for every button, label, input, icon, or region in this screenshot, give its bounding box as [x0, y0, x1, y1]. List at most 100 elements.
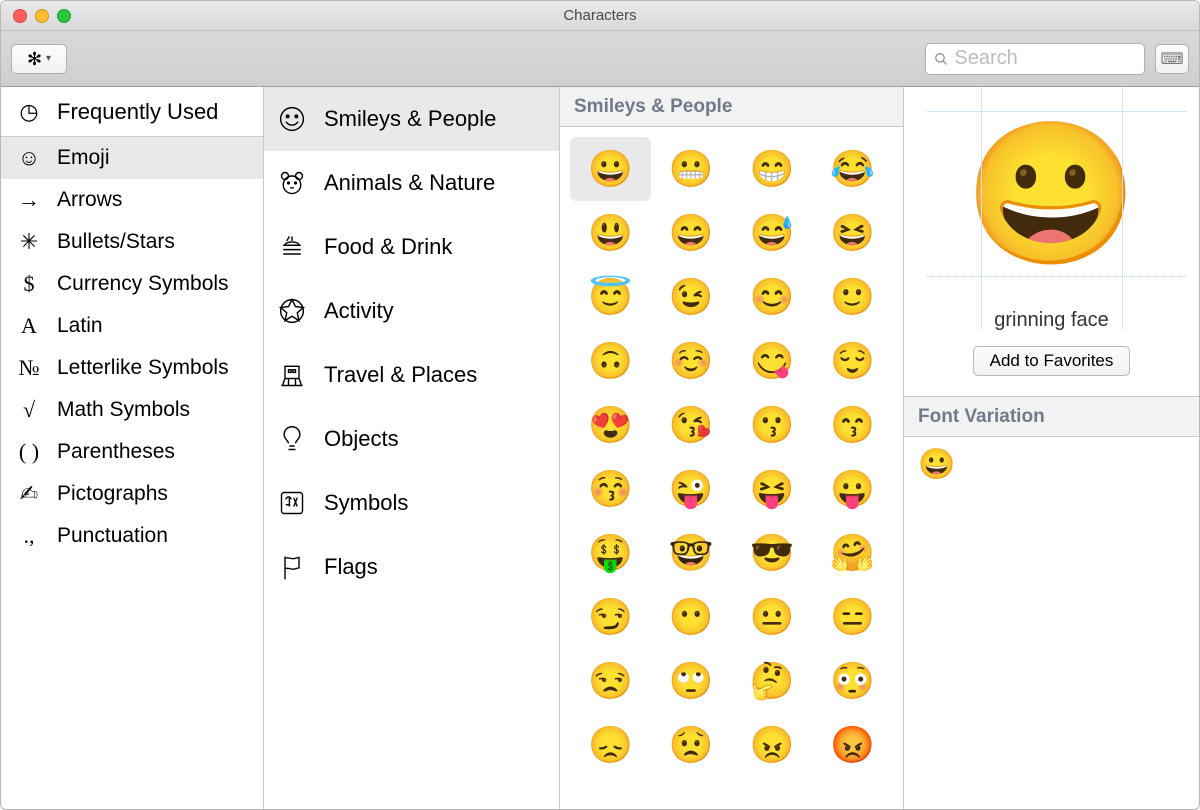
emoji-cell[interactable]: 😁	[732, 137, 813, 201]
zoom-button[interactable]	[57, 9, 71, 23]
clock-icon: ◷	[15, 99, 43, 125]
subcategory-sidebar[interactable]: Smileys & People Animals & Nature Food & D…	[264, 87, 560, 809]
emoji-cell[interactable]: 🙄	[651, 649, 732, 713]
minimize-button[interactable]	[35, 9, 49, 23]
window-controls	[13, 9, 71, 23]
emoji-cell[interactable]: 🤓	[651, 521, 732, 585]
category-sidebar[interactable]: ◷Frequently Used☺Emoji→Arrows ✳︎ Bullets/S…	[1, 87, 264, 809]
preview-section: 😀 grinning face Add to Favorites	[904, 87, 1199, 397]
subcat-item-flags[interactable]: Flags	[264, 535, 559, 599]
subcat-item-food[interactable]: Food & Drink	[264, 215, 559, 279]
emoji-cell[interactable]: 😙	[812, 393, 893, 457]
sidebar-item-punct[interactable]: ., Punctuation	[1, 515, 263, 557]
emoji-cell[interactable]: 😂	[812, 137, 893, 201]
emoji-cell[interactable]: 😎	[732, 521, 813, 585]
star-icon: ✳︎	[15, 229, 43, 255]
keyboard-viewer-button[interactable]: ⌨︎	[1155, 44, 1189, 74]
sidebar-item-sqrt[interactable]: √ Math Symbols	[1, 389, 263, 431]
dollar-icon: $	[15, 271, 43, 297]
emoji-cell[interactable]: 😗	[732, 393, 813, 457]
emoji-cell[interactable]: 🤔	[732, 649, 813, 713]
emoji-cell[interactable]: 😀	[570, 137, 651, 201]
guide-line	[1122, 87, 1123, 329]
characters-window: Characters ✻ ▾ ⌨︎ ◷Frequently Used☺Emoji…	[0, 0, 1200, 810]
sidebar-item-numero[interactable]: №Letterlike Symbols	[1, 347, 263, 389]
search-input[interactable]	[954, 47, 1136, 70]
emoji-cell[interactable]: 🤗	[812, 521, 893, 585]
emoji-cell[interactable]: 😆	[812, 201, 893, 265]
subcat-item-animals[interactable]: Animals & Nature	[264, 151, 559, 215]
emoji-icon: ☺	[15, 145, 43, 171]
emoji-cell[interactable]: 😜	[651, 457, 732, 521]
emoji-cell[interactable]: 😚	[570, 457, 651, 521]
subcat-item-label: Smileys & People	[324, 106, 496, 132]
emoji-cell[interactable]: 😘	[651, 393, 732, 457]
sidebar-item-label: Math Symbols	[57, 398, 190, 422]
emoji-cell[interactable]: 😞	[570, 713, 651, 777]
subcat-item-objects[interactable]: Objects	[264, 407, 559, 471]
sidebar-item-label: Bullets/Stars	[57, 230, 175, 254]
chevron-down-icon: ▾	[46, 53, 51, 64]
emoji-cell[interactable]: 😌	[812, 329, 893, 393]
emoji-cell[interactable]: 😏	[570, 585, 651, 649]
emoji-cell[interactable]: ☺️	[651, 329, 732, 393]
emoji-cell[interactable]: 😊	[732, 265, 813, 329]
subcat-item-label: Activity	[324, 298, 394, 324]
sidebar-item-latin[interactable]: ALatin	[1, 305, 263, 347]
subcat-item-label: Food & Drink	[324, 234, 452, 260]
close-button[interactable]	[13, 9, 27, 23]
emoji-cell[interactable]: 😅	[732, 201, 813, 265]
sidebar-item-dollar[interactable]: $Currency Symbols	[1, 263, 263, 305]
sidebar-item-arrow[interactable]: →Arrows	[1, 179, 263, 221]
emoji-cell[interactable]: 😉	[651, 265, 732, 329]
actions-menu-button[interactable]: ✻ ▾	[11, 44, 67, 74]
sidebar-item-clock[interactable]: ◷Frequently Used	[1, 87, 263, 137]
emoji-cell[interactable]: 🙂	[812, 265, 893, 329]
sqrt-icon: √	[15, 397, 43, 423]
emoji-cell[interactable]: 🙃	[570, 329, 651, 393]
sidebar-item-picto[interactable]: ✍︎Pictographs	[1, 473, 263, 515]
emoji-cell[interactable]: 😑	[812, 585, 893, 649]
toolbar: ✻ ▾ ⌨︎	[1, 31, 1199, 87]
emoji-cell[interactable]: 😍	[570, 393, 651, 457]
emoji-cell[interactable]: 🤑	[570, 521, 651, 585]
window-title: Characters	[1, 7, 1199, 24]
paren-icon: ( )	[15, 439, 43, 465]
sidebar-item-star[interactable]: ✳︎ Bullets/Stars	[1, 221, 263, 263]
emoji-cell[interactable]: 😬	[651, 137, 732, 201]
subcat-item-label: Animals & Nature	[324, 170, 495, 196]
emoji-cell[interactable]: 😋	[732, 329, 813, 393]
latin-icon: A	[15, 313, 43, 339]
add-to-favorites-button[interactable]: Add to Favorites	[973, 346, 1131, 376]
variation-header: Font Variation	[904, 397, 1199, 437]
punct-icon: .,	[15, 523, 43, 549]
search-field-wrap[interactable]	[925, 43, 1145, 75]
emoji-grid[interactable]: 😀😬😁😂 😃😄😅😆 😇😉😊🙂 🙃☺️😋😌 😍😘😗😙 😚😜😝😛 🤑🤓😎🤗 😏😶😐😑 😒🙄🤔😳 😞😟😠…	[560, 127, 903, 809]
emoji-cell[interactable]: 😄	[651, 201, 732, 265]
subcat-item-smileys[interactable]: Smileys & People	[264, 87, 559, 151]
emoji-cell[interactable]: 😳	[812, 649, 893, 713]
subcat-item-activity[interactable]: Activity	[264, 279, 559, 343]
emoji-cell[interactable]: 😃	[570, 201, 651, 265]
emoji-cell[interactable]: 😛	[812, 457, 893, 521]
emoji-cell[interactable]: 😟	[651, 713, 732, 777]
subcat-item-label: Flags	[324, 554, 378, 580]
gear-icon: ✻	[27, 50, 42, 68]
emoji-cell[interactable]: 😒	[570, 649, 651, 713]
emoji-cell[interactable]: 😡	[812, 713, 893, 777]
preview-glyph: 😀	[964, 124, 1138, 264]
sidebar-item-label: Parentheses	[57, 440, 175, 464]
titlebar[interactable]: Characters	[1, 1, 1199, 31]
emoji-cell[interactable]: 😐	[732, 585, 813, 649]
sidebar-item-emoji[interactable]: ☺Emoji	[1, 137, 263, 179]
emoji-cell[interactable]: 😶	[651, 585, 732, 649]
emoji-cell[interactable]: 😝	[732, 457, 813, 521]
sidebar-item-paren[interactable]: ( ) Parentheses	[1, 431, 263, 473]
subcat-item-travel[interactable]: Travel & Places	[264, 343, 559, 407]
emoji-cell[interactable]: 😇	[570, 265, 651, 329]
variation-glyph[interactable]: 😀	[918, 447, 1185, 482]
subcat-item-label: Symbols	[324, 490, 408, 516]
subcat-item-symbols[interactable]: Symbols	[264, 471, 559, 535]
emoji-cell[interactable]: 😠	[732, 713, 813, 777]
food-icon	[278, 232, 306, 262]
